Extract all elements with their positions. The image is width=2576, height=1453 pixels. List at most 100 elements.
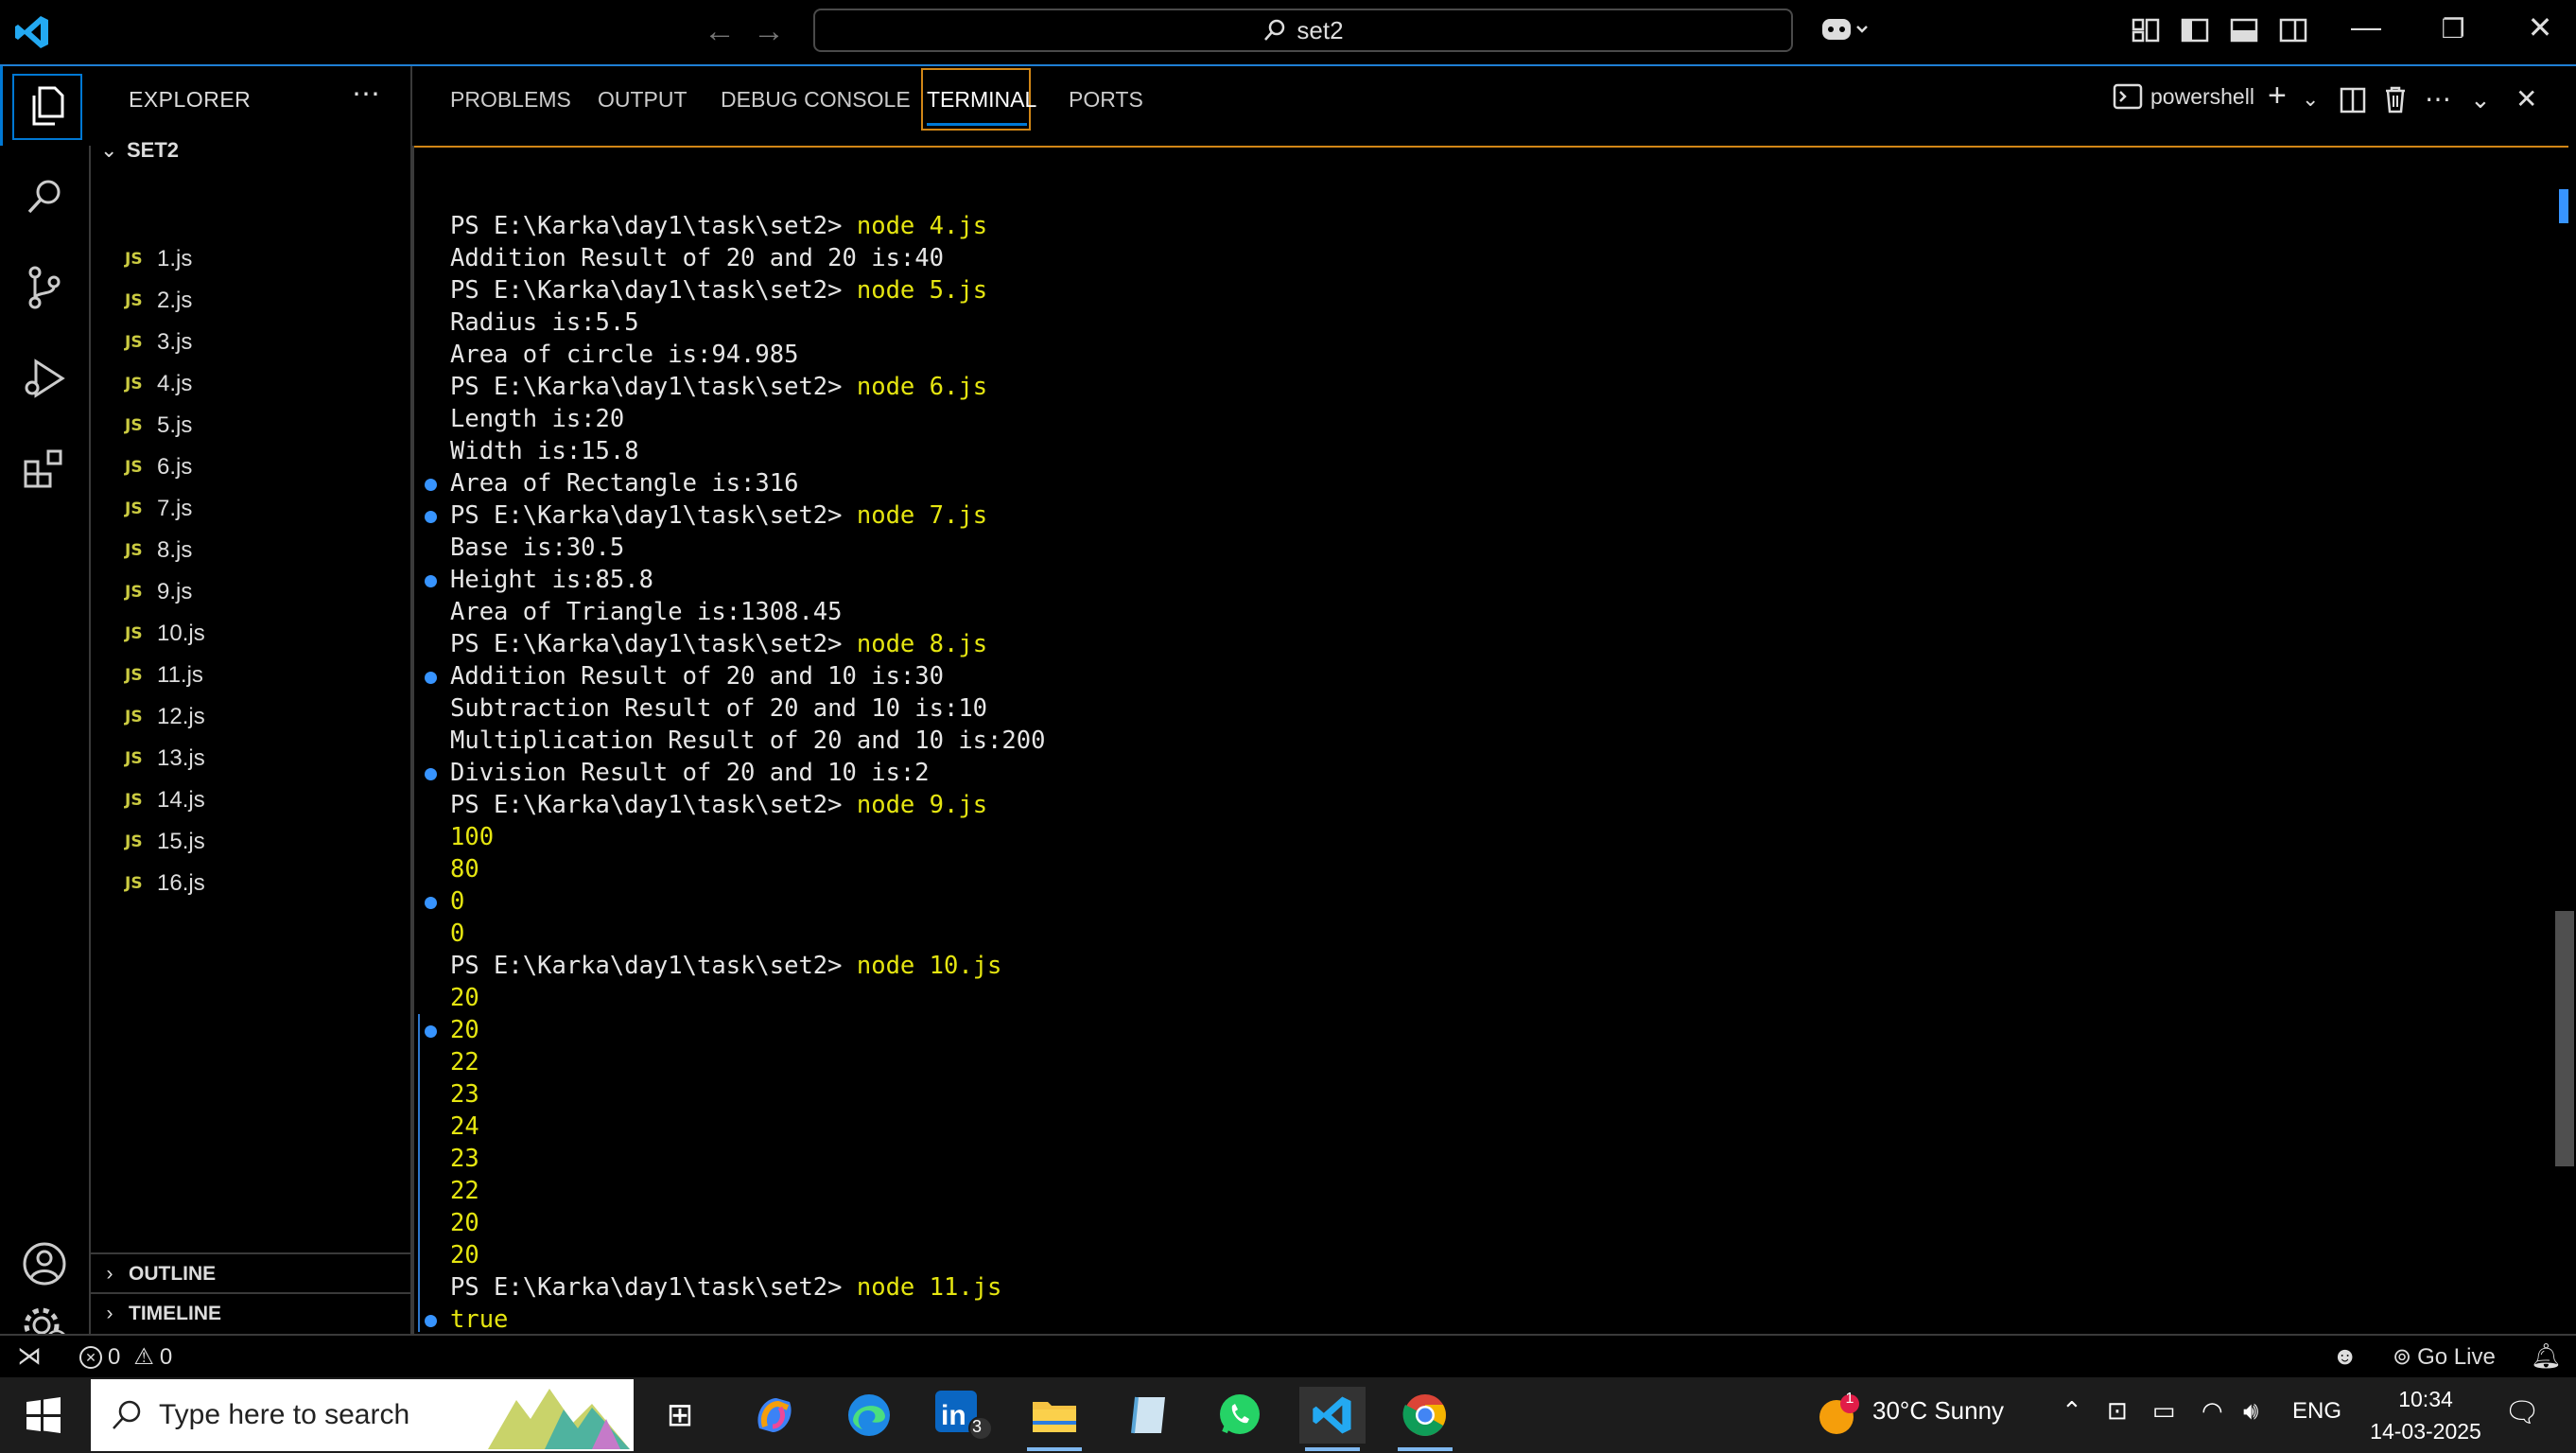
- file-item[interactable]: JS 14.js: [125, 779, 205, 821]
- taskbar-search[interactable]: Type here to search: [91, 1379, 634, 1451]
- terminal-output-text: 22: [450, 1177, 479, 1205]
- meet-icon[interactable]: ⊡: [2107, 1396, 2128, 1426]
- bell-icon[interactable]: 🔔︎: [2531, 1341, 2562, 1371]
- command-decoration-icon[interactable]: [425, 1025, 437, 1038]
- tab-problems[interactable]: PROBLEMS: [450, 87, 571, 113]
- terminal-output-text: Area of Triangle is:1308.45: [450, 598, 843, 626]
- file-item[interactable]: JS 2.js: [125, 280, 192, 322]
- command-decoration-icon[interactable]: [425, 768, 437, 780]
- command-decoration-icon[interactable]: [425, 479, 437, 491]
- language-indicator[interactable]: ENG: [2292, 1398, 2341, 1425]
- customize-layout-icon[interactable]: [2132, 17, 2160, 44]
- restore-icon[interactable]: ❐: [2432, 13, 2474, 44]
- command-decoration-icon[interactable]: [425, 1315, 437, 1327]
- remote-icon[interactable]: ⋊: [17, 1341, 42, 1371]
- go-live-button[interactable]: ⊚ Go Live: [2393, 1343, 2496, 1371]
- file-item[interactable]: JS 10.js: [125, 613, 205, 655]
- file-item[interactable]: JS 12.js: [125, 696, 205, 738]
- file-item[interactable]: JS 11.js: [125, 655, 203, 696]
- command-decoration-icon[interactable]: [425, 672, 437, 684]
- terminal-output-line: Addition Result of 20 and 10 is:30: [425, 660, 1045, 692]
- file-item[interactable]: JS 5.js: [125, 405, 192, 446]
- chevron-down-icon[interactable]: ⌄: [2302, 87, 2319, 112]
- paper-app-icon[interactable]: [1116, 1387, 1182, 1444]
- activity-explorer[interactable]: [0, 66, 92, 146]
- whatsapp-icon[interactable]: [1207, 1387, 1273, 1444]
- toggle-panel-icon[interactable]: [2230, 17, 2258, 44]
- command-center-search[interactable]: set2: [813, 9, 1793, 52]
- outline-section[interactable]: › OUTLINE: [91, 1252, 410, 1294]
- problems-status[interactable]: ✕ 0 ⚠ 0: [79, 1343, 172, 1371]
- tab-ports[interactable]: PORTS: [1069, 87, 1143, 113]
- close-panel-icon[interactable]: ✕: [2515, 83, 2537, 114]
- tab-debug-console[interactable]: DEBUG CONSOLE: [721, 87, 911, 113]
- split-terminal-icon[interactable]: [2340, 87, 2366, 114]
- command-decoration-icon[interactable]: [425, 897, 437, 909]
- close-window-icon[interactable]: ✕: [2519, 9, 2561, 45]
- more-actions-icon[interactable]: ⋯: [2425, 83, 2451, 114]
- activity-source-control[interactable]: [0, 248, 89, 327]
- weather-icon[interactable]: 1: [1816, 1391, 1861, 1443]
- vscode-logo-icon[interactable]: [13, 13, 51, 51]
- activity-search[interactable]: [0, 157, 89, 236]
- back-arrow-icon[interactable]: ←: [704, 13, 736, 50]
- maximize-panel-icon[interactable]: ⌄: [2470, 85, 2491, 114]
- file-item[interactable]: JS 6.js: [125, 446, 192, 488]
- file-explorer-icon[interactable]: [1021, 1387, 1088, 1451]
- terminal-scrollbar[interactable]: [2555, 911, 2574, 1166]
- terminal-command-line: PS E:\Karka\day1\task\set2> node 10.js: [450, 950, 1045, 982]
- file-item[interactable]: JS 13.js: [125, 738, 205, 779]
- vscode-taskbar-icon[interactable]: [1299, 1387, 1366, 1451]
- terminal-output[interactable]: PS E:\Karka\day1\task\set2> node 4.js Add…: [425, 210, 1045, 1336]
- copilot-icon[interactable]: [1819, 13, 1871, 53]
- file-item[interactable]: JS 15.js: [125, 821, 205, 863]
- file-item[interactable]: JS 7.js: [125, 488, 192, 530]
- file-item[interactable]: JS 3.js: [125, 322, 192, 363]
- toggle-secondary-sidebar-icon[interactable]: [2279, 17, 2307, 44]
- show-hidden-icons-icon[interactable]: ⌃: [2062, 1396, 2082, 1426]
- activity-extensions[interactable]: [0, 429, 89, 509]
- activity-bar: [0, 66, 92, 1352]
- file-label: 15.js: [157, 829, 205, 854]
- file-item[interactable]: JS 4.js: [125, 363, 192, 405]
- file-label: 7.js: [157, 496, 193, 521]
- clock[interactable]: 10:34 14-03-2025: [2364, 1383, 2487, 1447]
- tab-terminal[interactable]: TERMINAL: [927, 87, 1036, 113]
- tab-output[interactable]: OUTPUT: [598, 87, 688, 113]
- toggle-primary-sidebar-icon[interactable]: [2181, 17, 2209, 44]
- file-label: 6.js: [157, 454, 193, 480]
- terminal-prompt: PS E:\Karka\day1\task\set2>: [450, 212, 857, 240]
- notifications-icon[interactable]: 🗨︎: [2504, 1396, 2540, 1429]
- file-item[interactable]: JS 9.js: [125, 571, 192, 613]
- terminal-output-text: 80: [450, 855, 479, 884]
- file-item[interactable]: JS 1.js: [125, 238, 192, 280]
- chrome-icon[interactable]: [1392, 1387, 1458, 1451]
- battery-icon[interactable]: ▭: [2152, 1396, 2176, 1426]
- forward-arrow-icon[interactable]: →: [753, 13, 785, 50]
- windows-start-icon[interactable]: [25, 1396, 62, 1434]
- edge-icon[interactable]: [836, 1387, 902, 1444]
- trash-icon[interactable]: [2383, 85, 2408, 114]
- copilot-status-icon[interactable]: ☻: [2332, 1341, 2358, 1371]
- clock-date: 14-03-2025: [2370, 1419, 2481, 1444]
- minimize-icon[interactable]: —: [2345, 9, 2387, 44]
- command-decoration-icon[interactable]: [425, 511, 437, 523]
- terminal-output-line: Subtraction Result of 20 and 10 is:10: [450, 692, 1045, 725]
- timeline-section[interactable]: › TIMELINE: [91, 1292, 410, 1334]
- terminal-output-text: Width is:15.8: [450, 437, 639, 465]
- task-view-icon[interactable]: ⊞: [647, 1387, 713, 1444]
- more-actions-icon[interactable]: ⋯: [352, 78, 380, 111]
- file-item[interactable]: JS 16.js: [125, 863, 205, 904]
- terminal-prompt: PS E:\Karka\day1\task\set2>: [450, 276, 857, 305]
- terminal-shell-selector[interactable]: powershell: [2113, 83, 2254, 110]
- activity-run-debug[interactable]: [0, 339, 89, 418]
- folder-set2[interactable]: ⌄ SET2: [100, 138, 179, 163]
- volume-icon[interactable]: 🔊︎: [2243, 1396, 2258, 1427]
- new-terminal-icon[interactable]: +: [2268, 78, 2287, 114]
- linkedin-icon[interactable]: in 3: [931, 1387, 997, 1444]
- weather-text[interactable]: 30°C Sunny: [1872, 1396, 2004, 1426]
- file-item[interactable]: JS 8.js: [125, 530, 192, 571]
- command-decoration-icon[interactable]: [425, 575, 437, 587]
- copilot-app-icon[interactable]: [741, 1387, 808, 1444]
- wifi-icon[interactable]: ◠: [2202, 1396, 2223, 1426]
